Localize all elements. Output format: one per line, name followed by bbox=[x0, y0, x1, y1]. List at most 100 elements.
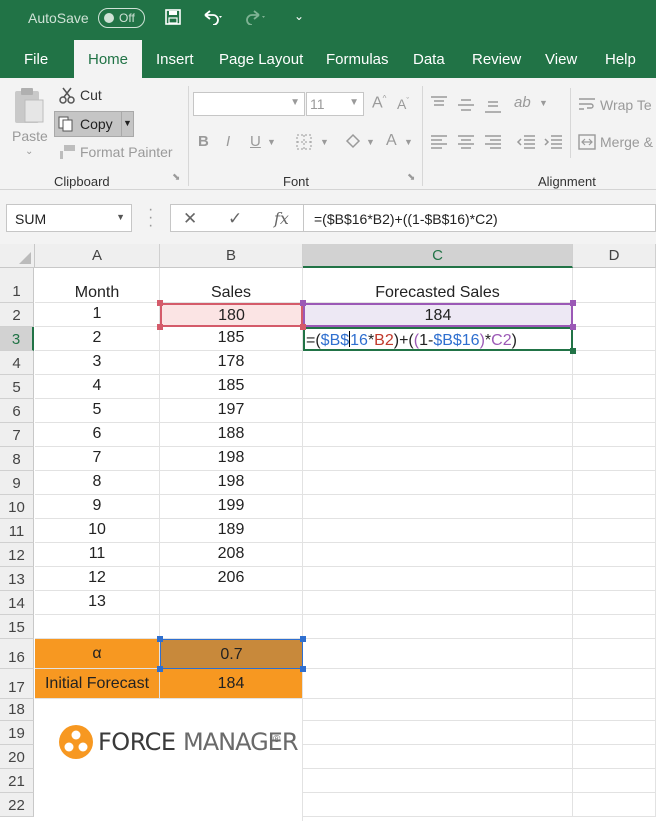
borders-icon[interactable] bbox=[296, 134, 312, 153]
grid-cell[interactable] bbox=[573, 399, 656, 423]
row-header-2[interactable]: 2 bbox=[0, 303, 34, 327]
underline-icon[interactable]: U bbox=[250, 133, 261, 150]
grid-cell[interactable] bbox=[303, 615, 573, 639]
grid-cell[interactable] bbox=[303, 591, 573, 615]
column-header-c[interactable]: C bbox=[303, 244, 573, 268]
ref-handle-b16[interactable] bbox=[300, 636, 306, 642]
column-header-d[interactable]: D bbox=[573, 244, 656, 268]
font-color-dropdown-icon[interactable]: ▼ bbox=[404, 137, 413, 147]
grid-cell[interactable] bbox=[160, 591, 303, 615]
sales-cell[interactable]: 197 bbox=[160, 399, 303, 423]
grid-cell[interactable] bbox=[573, 351, 656, 375]
customize-quick-access-icon[interactable]: ⌄ bbox=[294, 9, 304, 23]
month-cell[interactable]: 5 bbox=[35, 399, 160, 423]
decrease-indent-icon[interactable] bbox=[516, 135, 536, 152]
sales-cell[interactable]: 185 bbox=[160, 327, 303, 351]
grid-cell[interactable] bbox=[303, 351, 573, 375]
top-align-icon[interactable] bbox=[430, 96, 448, 113]
paste-icon[interactable] bbox=[12, 86, 46, 129]
row-header-17[interactable]: 17 bbox=[0, 669, 34, 699]
grid-cell[interactable] bbox=[573, 447, 656, 471]
forecast-header-cell[interactable]: Forecasted Sales bbox=[303, 268, 573, 303]
sales-cell[interactable]: 198 bbox=[160, 471, 303, 495]
grid-cell[interactable] bbox=[303, 793, 573, 817]
row-header-3[interactable]: 3 bbox=[0, 327, 34, 351]
sales-cell[interactable]: 206 bbox=[160, 567, 303, 591]
row-header-6[interactable]: 6 bbox=[0, 399, 34, 423]
row-header-16[interactable]: 16 bbox=[0, 639, 34, 669]
forecast-cell-c3-editing[interactable]: =($B$16*B2)+((1-$B$16)*C2) bbox=[303, 327, 573, 351]
copy-button[interactable]: Copy ▼ bbox=[54, 111, 134, 137]
name-box-dropdown-icon[interactable]: ▼ bbox=[116, 212, 125, 222]
cut-button[interactable]: Cut bbox=[80, 87, 102, 103]
redo-icon[interactable] bbox=[245, 9, 267, 30]
grid-cell[interactable] bbox=[303, 639, 573, 669]
row-header-11[interactable]: 11 bbox=[0, 519, 34, 543]
ref-handle-b2[interactable] bbox=[157, 324, 163, 330]
grid-cell[interactable] bbox=[160, 615, 303, 639]
fill-handle[interactable] bbox=[570, 348, 576, 354]
ref-handle-b16[interactable] bbox=[300, 666, 306, 672]
paste-button[interactable]: Paste bbox=[12, 128, 48, 144]
grid-cell[interactable] bbox=[303, 699, 573, 721]
grid-cell[interactable] bbox=[573, 471, 656, 495]
row-header-5[interactable]: 5 bbox=[0, 375, 34, 399]
sales-header-cell[interactable]: Sales bbox=[160, 268, 303, 303]
align-left-icon[interactable] bbox=[430, 135, 448, 152]
font-size-combo[interactable]: 11 ▼ bbox=[306, 92, 364, 116]
grid-cell[interactable] bbox=[303, 495, 573, 519]
tab-formulas[interactable]: Formulas bbox=[326, 51, 389, 68]
month-cell[interactable]: 12 bbox=[35, 567, 160, 591]
sales-cell[interactable]: 185 bbox=[160, 375, 303, 399]
font-name-dropdown-icon[interactable]: ▼ bbox=[290, 97, 300, 108]
copy-dropdown-icon[interactable]: ▼ bbox=[121, 112, 133, 136]
name-box[interactable]: SUM ▼ bbox=[6, 204, 132, 232]
borders-dropdown-icon[interactable]: ▼ bbox=[320, 137, 329, 147]
bold-icon[interactable]: B bbox=[198, 133, 209, 150]
grid-cell[interactable] bbox=[303, 745, 573, 769]
ref-handle-b2[interactable] bbox=[300, 324, 306, 330]
tab-data[interactable]: Data bbox=[413, 51, 445, 68]
orientation-icon[interactable]: ab bbox=[514, 94, 531, 111]
row-header-7[interactable]: 7 bbox=[0, 423, 34, 447]
month-cell[interactable]: 3 bbox=[35, 351, 160, 375]
month-cell[interactable]: 7 bbox=[35, 447, 160, 471]
orientation-dropdown-icon[interactable]: ▼ bbox=[539, 98, 548, 108]
align-center-icon[interactable] bbox=[457, 135, 475, 152]
column-header-a[interactable]: A bbox=[35, 244, 160, 268]
initial-forecast-label-cell[interactable]: Initial Forecast bbox=[35, 669, 160, 699]
alpha-value-cell[interactable]: 0.7 bbox=[160, 639, 303, 669]
grid-cell[interactable] bbox=[303, 721, 573, 745]
grid-cell[interactable] bbox=[35, 615, 160, 639]
increase-indent-icon[interactable] bbox=[543, 135, 563, 152]
grid-cell[interactable] bbox=[573, 699, 656, 721]
font-color-icon[interactable]: A bbox=[386, 132, 397, 150]
cancel-entry-icon[interactable]: ✕ bbox=[183, 209, 197, 229]
wrap-text-icon[interactable] bbox=[578, 97, 596, 114]
month-cell[interactable]: 6 bbox=[35, 423, 160, 447]
grid-cell[interactable] bbox=[573, 375, 656, 399]
sales-cell-b2[interactable]: 180 bbox=[160, 303, 303, 327]
formula-bar-grip-icon[interactable]: · · · bbox=[148, 202, 153, 234]
font-name-combo[interactable]: ▼ bbox=[193, 92, 305, 116]
font-launcher-icon[interactable]: ⬊ bbox=[407, 172, 415, 183]
ref-handle-b16[interactable] bbox=[157, 636, 163, 642]
ref-handle-c2[interactable] bbox=[570, 300, 576, 306]
tab-page-layout[interactable]: Page Layout bbox=[219, 51, 303, 68]
tab-help[interactable]: Help bbox=[605, 51, 636, 68]
row-header-13[interactable]: 13 bbox=[0, 567, 34, 591]
column-header-b[interactable]: B bbox=[160, 244, 303, 268]
undo-icon[interactable] bbox=[202, 9, 224, 30]
row-header-20[interactable]: 20 bbox=[0, 745, 34, 769]
row-header-19[interactable]: 19 bbox=[0, 721, 34, 745]
tab-view[interactable]: View bbox=[545, 51, 577, 68]
row-header-15[interactable]: 15 bbox=[0, 615, 34, 639]
sales-cell[interactable]: 188 bbox=[160, 423, 303, 447]
shrink-font-icon[interactable]: Aˇ bbox=[397, 96, 409, 112]
row-header-1[interactable]: 1 bbox=[0, 268, 34, 303]
middle-align-icon[interactable] bbox=[457, 98, 475, 115]
grid-cell[interactable] bbox=[303, 447, 573, 471]
sales-cell[interactable]: 178 bbox=[160, 351, 303, 375]
italic-icon[interactable]: I bbox=[226, 133, 230, 150]
month-cell[interactable]: 4 bbox=[35, 375, 160, 399]
